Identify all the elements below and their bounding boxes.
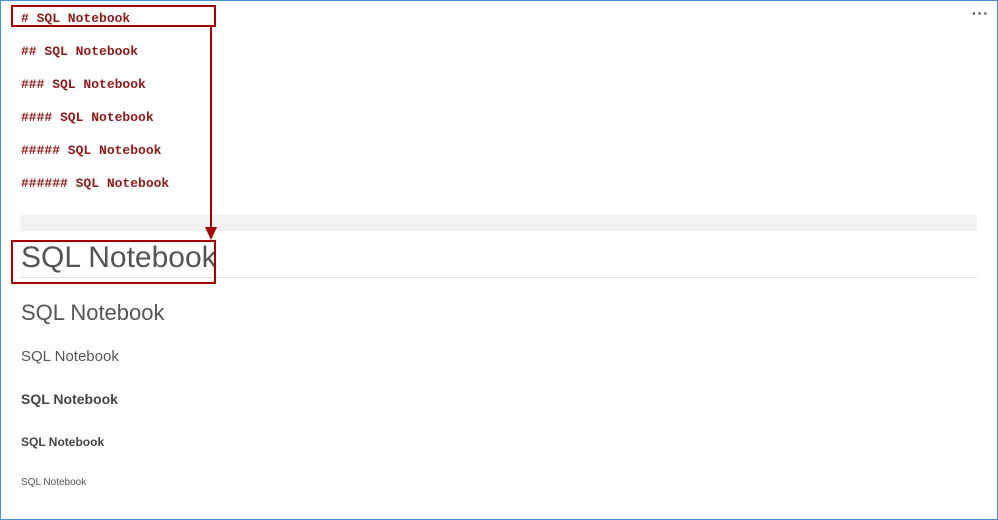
more-menu-icon[interactable]: ···: [972, 5, 989, 21]
source-h1: # SQL Notebook: [21, 11, 977, 26]
rendered-h3: SQL Notebook: [21, 348, 977, 365]
rendered-h2: SQL Notebook: [21, 300, 977, 326]
rendered-h6: SQL Notebook: [21, 477, 977, 488]
markdown-source[interactable]: # SQL Notebook ## SQL Notebook ### SQL N…: [1, 1, 997, 215]
source-h5: ##### SQL Notebook: [21, 143, 977, 158]
notebook-cell: ··· # SQL Notebook ## SQL Notebook ### S…: [0, 0, 998, 520]
source-h4: #### SQL Notebook: [21, 110, 977, 125]
source-h6: ###### SQL Notebook: [21, 176, 977, 191]
source-h2: ## SQL Notebook: [21, 44, 977, 59]
markdown-rendered: SQL Notebook SQL Notebook SQL Notebook S…: [1, 241, 997, 498]
separator: [21, 215, 977, 231]
source-h3: ### SQL Notebook: [21, 77, 977, 92]
rendered-h4: SQL Notebook: [21, 391, 977, 407]
rendered-h1: SQL Notebook: [21, 241, 977, 278]
rendered-h5: SQL Notebook: [21, 435, 977, 449]
